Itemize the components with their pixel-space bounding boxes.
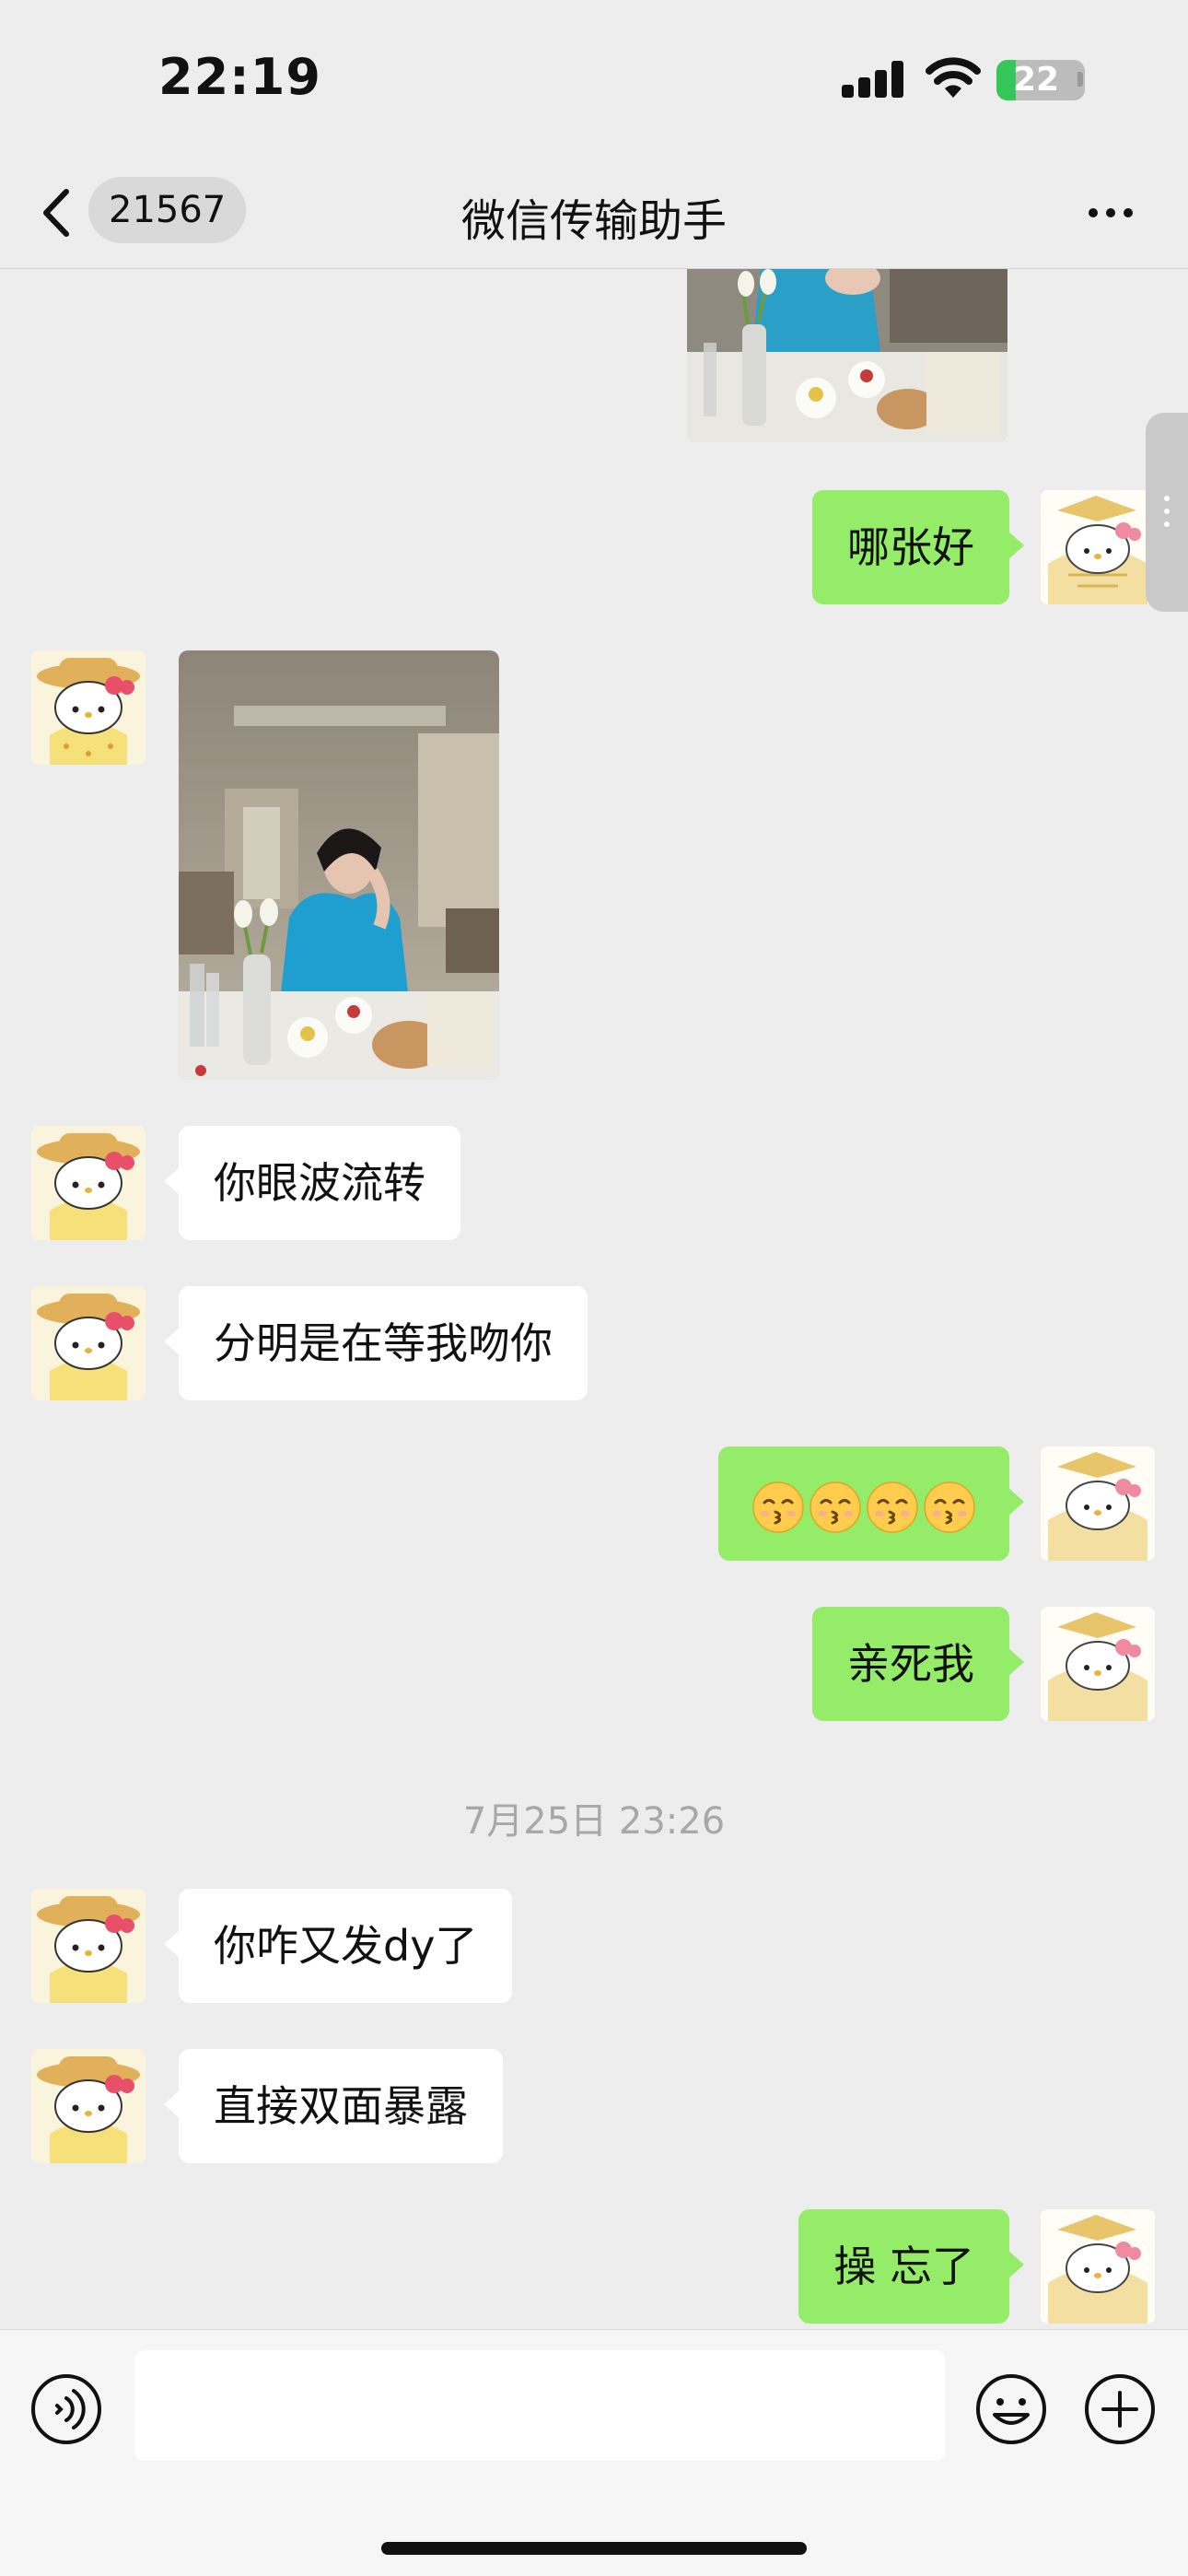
message-bubble-incoming[interactable]: 你咋又发dy了 bbox=[163, 1889, 513, 2003]
avatar-contact[interactable] bbox=[31, 650, 146, 765]
kissing-face-icon bbox=[809, 1481, 861, 1533]
chat-message-list[interactable]: 哪张好 你眼波流转 分明是在等我吻你 亲死我 7月25日 23:26 你咋又发d… bbox=[0, 269, 1188, 2329]
hello-kitty-avatar-icon bbox=[31, 1286, 146, 1400]
message-bubble-incoming[interactable]: 分明是在等我吻你 bbox=[164, 1286, 588, 1400]
kissing-face-icon bbox=[867, 1481, 918, 1533]
avatar-self[interactable] bbox=[1041, 490, 1155, 604]
hello-kitty-avatar-icon bbox=[31, 2049, 146, 2163]
hello-kitty-avatar-icon bbox=[31, 650, 146, 765]
hello-kitty-avatar-icon bbox=[1041, 490, 1155, 604]
kissing-face-icon bbox=[924, 1481, 975, 1533]
avatar-contact[interactable] bbox=[31, 1286, 146, 1400]
kissing-face-emoji-row bbox=[750, 1479, 978, 1533]
ellipsis-icon[interactable] bbox=[1083, 193, 1138, 230]
cellular-signal-icon bbox=[842, 61, 904, 98]
battery-tip bbox=[1077, 72, 1083, 87]
message-timestamp: 7月25日 23:26 bbox=[462, 1800, 726, 1843]
nav-bar: 21567 微信传输助手 bbox=[0, 157, 1188, 269]
message-bubble-outgoing[interactable]: 操 忘了 bbox=[798, 2209, 1024, 2324]
message-input[interactable] bbox=[134, 2350, 945, 2461]
message-bubble-outgoing-emoji[interactable] bbox=[718, 1446, 1024, 1561]
hello-kitty-avatar-icon bbox=[31, 1889, 146, 2003]
kissing-face-icon bbox=[752, 1481, 804, 1533]
wifi-icon bbox=[926, 57, 981, 98]
status-bar: 22:19 22 bbox=[0, 0, 1188, 157]
message-bubble-incoming[interactable]: 直接双面暴露 bbox=[164, 2049, 503, 2163]
hello-kitty-avatar-icon bbox=[1041, 1607, 1155, 1721]
message-image-outgoing[interactable] bbox=[687, 269, 1007, 442]
status-time: 22:19 bbox=[158, 48, 321, 106]
restaurant-photo bbox=[687, 269, 1007, 442]
avatar-self[interactable] bbox=[1041, 1446, 1155, 1561]
avatar-self[interactable] bbox=[1041, 2209, 1155, 2324]
battery-level: 22 bbox=[1012, 61, 1060, 99]
hello-kitty-avatar-icon bbox=[31, 1126, 146, 1240]
voice-icon[interactable] bbox=[29, 2372, 103, 2446]
avatar-self[interactable] bbox=[1041, 1607, 1155, 1721]
message-bubble-incoming[interactable]: 你眼波流转 bbox=[164, 1126, 460, 1240]
avatar-contact[interactable] bbox=[31, 1889, 146, 2003]
message-bubble-outgoing[interactable]: 哪张好 bbox=[812, 490, 1024, 604]
home-indicator[interactable] bbox=[381, 2542, 807, 2555]
input-bar bbox=[0, 2329, 1188, 2576]
avatar-contact[interactable] bbox=[31, 2049, 146, 2163]
hello-kitty-avatar-icon bbox=[1041, 2209, 1155, 2324]
plus-circle-icon[interactable] bbox=[1083, 2372, 1157, 2446]
floating-side-handle[interactable] bbox=[1146, 413, 1188, 612]
restaurant-photo bbox=[179, 650, 499, 1080]
chat-title: 微信传输助手 bbox=[460, 195, 727, 247]
avatar-contact[interactable] bbox=[31, 1126, 146, 1240]
battery-icon: 22 bbox=[996, 60, 1085, 100]
message-image-incoming[interactable] bbox=[179, 650, 499, 1080]
smiley-icon[interactable] bbox=[974, 2372, 1048, 2446]
hello-kitty-avatar-icon bbox=[1041, 1446, 1155, 1561]
message-bubble-outgoing[interactable]: 亲死我 bbox=[812, 1607, 1024, 1721]
